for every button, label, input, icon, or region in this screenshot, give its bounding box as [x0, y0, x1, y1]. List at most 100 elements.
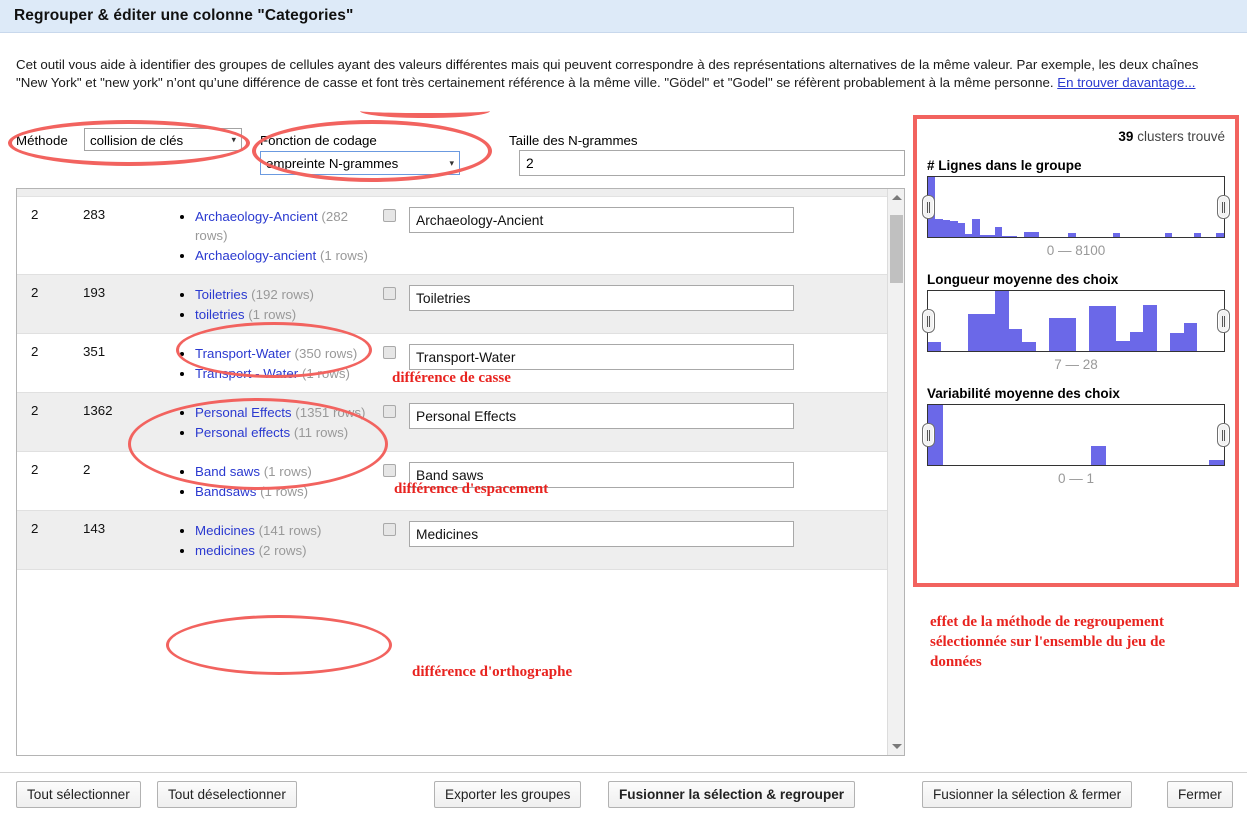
cluster-row-count: 143	[83, 521, 179, 561]
list-item: medicines (2 rows)	[195, 541, 369, 560]
facet-range-label: 0 — 1	[927, 471, 1225, 486]
histogram-bar	[943, 220, 950, 237]
cluster-checkbox[interactable]	[383, 405, 396, 418]
facet-2: Variabilité moyenne des choix 0 — 1	[927, 386, 1225, 486]
scrollbar-thumb[interactable]	[890, 215, 903, 283]
cluster-new-value-input[interactable]	[409, 207, 794, 233]
annotation-case-difference: différence de casse	[392, 368, 511, 388]
ngram-size-input[interactable]	[519, 150, 905, 176]
merge-close-button[interactable]: Fusionner la sélection & fermer	[922, 781, 1132, 808]
cluster-checkbox[interactable]	[383, 287, 396, 300]
list-item: Transport - Water (1 rows)	[195, 364, 369, 383]
cluster-value-count: (1 rows)	[260, 484, 308, 499]
cluster-checkbox[interactable]	[383, 346, 396, 359]
cluster-value-link[interactable]: Toiletries	[195, 287, 247, 302]
cluster-select-cell	[369, 285, 409, 325]
cluster-edit-cell	[409, 521, 887, 561]
range-slider-handle-min[interactable]	[922, 195, 935, 219]
cluster-dialog: Regrouper & éditer une colonne "Categori…	[0, 0, 1247, 816]
histogram-bar	[1091, 446, 1106, 465]
histogram-bar	[965, 234, 972, 237]
dialog-footer: Tout sélectionner Tout déselectionner Ex…	[0, 772, 1247, 816]
cluster-choice-count: 2	[17, 403, 83, 443]
range-slider-handle-max[interactable]	[1217, 195, 1230, 219]
facet-1: Longueur moyenne des choix 7 — 28	[927, 272, 1225, 372]
table-row: 2143Medicines (141 rows)medicines (2 row…	[17, 511, 887, 570]
cluster-value-count: (350 rows)	[295, 346, 358, 361]
list-item: toiletries (1 rows)	[195, 305, 369, 324]
cluster-value-link[interactable]: Archaeology-ancient	[195, 248, 316, 263]
close-button[interactable]: Fermer	[1167, 781, 1233, 808]
range-slider-handle-max[interactable]	[1217, 309, 1230, 333]
histogram-bars	[928, 177, 1224, 237]
facets-panel: 39 clusters trouvé # Lignes dans le grou…	[913, 115, 1239, 587]
learn-more-link[interactable]: En trouver davantage...	[1057, 75, 1195, 90]
histogram-bar	[1165, 233, 1172, 237]
export-clusters-button[interactable]: Exporter les groupes	[434, 781, 581, 808]
cluster-new-value-input[interactable]	[409, 344, 794, 370]
histogram-bar	[950, 221, 957, 237]
histogram-bar	[987, 235, 994, 237]
method-select[interactable]: collision de clés ▾	[84, 128, 242, 151]
histogram-bar	[958, 223, 965, 237]
cluster-values: Toiletries (192 rows)toiletries (1 rows)	[179, 285, 369, 325]
cluster-checkbox[interactable]	[383, 209, 396, 222]
histogram-bars	[928, 291, 1224, 351]
facet-histogram[interactable]	[927, 404, 1225, 466]
annotation-spacing-difference: différence d'espacement	[394, 479, 548, 499]
cluster-value-link[interactable]: Personal effects	[195, 425, 290, 440]
range-slider-handle-min[interactable]	[922, 423, 935, 447]
range-slider-handle-min[interactable]	[922, 309, 935, 333]
cluster-new-value-input[interactable]	[409, 521, 794, 547]
histogram-bar	[982, 314, 995, 351]
table-row: 2193Toiletries (192 rows)toiletries (1 r…	[17, 275, 887, 334]
cluster-value-link[interactable]: Personal Effects	[195, 405, 292, 420]
cluster-checkbox[interactable]	[383, 464, 396, 477]
cluster-value-link[interactable]: Bandsaws	[195, 484, 256, 499]
cluster-row-count: 193	[83, 285, 179, 325]
cluster-checkbox[interactable]	[383, 523, 396, 536]
annotation-spelling-difference: différence d'orthographe	[412, 662, 572, 682]
facet-range-label: 0 — 8100	[927, 243, 1225, 258]
deselect-all-button[interactable]: Tout déselectionner	[157, 781, 297, 808]
cluster-value-link[interactable]: Transport - Water	[195, 366, 298, 381]
cluster-new-value-input[interactable]	[409, 285, 794, 311]
select-all-button[interactable]: Tout sélectionner	[16, 781, 141, 808]
histogram-bar	[980, 235, 987, 237]
list-item: Personal Effects (1351 rows)	[195, 403, 369, 422]
list-item: Toiletries (192 rows)	[195, 285, 369, 304]
dialog-title: Regrouper & éditer une colonne "Categori…	[14, 7, 353, 25]
cluster-value-link[interactable]: Band saws	[195, 464, 260, 479]
cluster-value-link[interactable]: Medicines	[195, 523, 255, 538]
cluster-select-cell	[369, 207, 409, 266]
facet-title: Variabilité moyenne des choix	[927, 386, 1225, 401]
encoding-select[interactable]: empreinte N-grammes ▾	[260, 151, 460, 175]
cluster-count-suffix: clusters trouvé	[1133, 129, 1225, 144]
facet-histogram[interactable]	[927, 176, 1225, 238]
cluster-value-link[interactable]: medicines	[195, 543, 255, 558]
histogram-bar	[1022, 342, 1035, 351]
cluster-value-count: (192 rows)	[251, 287, 314, 302]
merge-recluster-button[interactable]: Fusionner la sélection & regrouper	[608, 781, 855, 808]
cluster-value-link[interactable]: Transport-Water	[195, 346, 291, 361]
cluster-values: Medicines (141 rows)medicines (2 rows)	[179, 521, 369, 561]
scroll-down-icon[interactable]	[888, 738, 905, 755]
cluster-list-scrollbar[interactable]	[887, 189, 904, 755]
cluster-new-value-input[interactable]	[409, 403, 794, 429]
range-slider-handle-max[interactable]	[1217, 423, 1230, 447]
histogram-bars	[928, 405, 1224, 465]
facet-range-label: 7 — 28	[927, 357, 1225, 372]
highlight-underline-link	[360, 104, 490, 118]
cluster-value-link[interactable]: toiletries	[195, 307, 245, 322]
chevron-down-icon: ▾	[231, 129, 236, 150]
facet-histogram[interactable]	[927, 290, 1225, 352]
list-item: Bandsaws (1 rows)	[195, 482, 369, 501]
histogram-bar	[1063, 318, 1076, 351]
cluster-value-link[interactable]: Archaeology-Ancient	[195, 209, 318, 224]
facet-title: Longueur moyenne des choix	[927, 272, 1225, 287]
cluster-count-number: 39	[1118, 129, 1133, 144]
histogram-bar	[1113, 233, 1120, 237]
cluster-edit-cell	[409, 403, 887, 443]
histogram-bar	[1130, 332, 1143, 351]
scroll-up-icon[interactable]	[888, 189, 905, 206]
